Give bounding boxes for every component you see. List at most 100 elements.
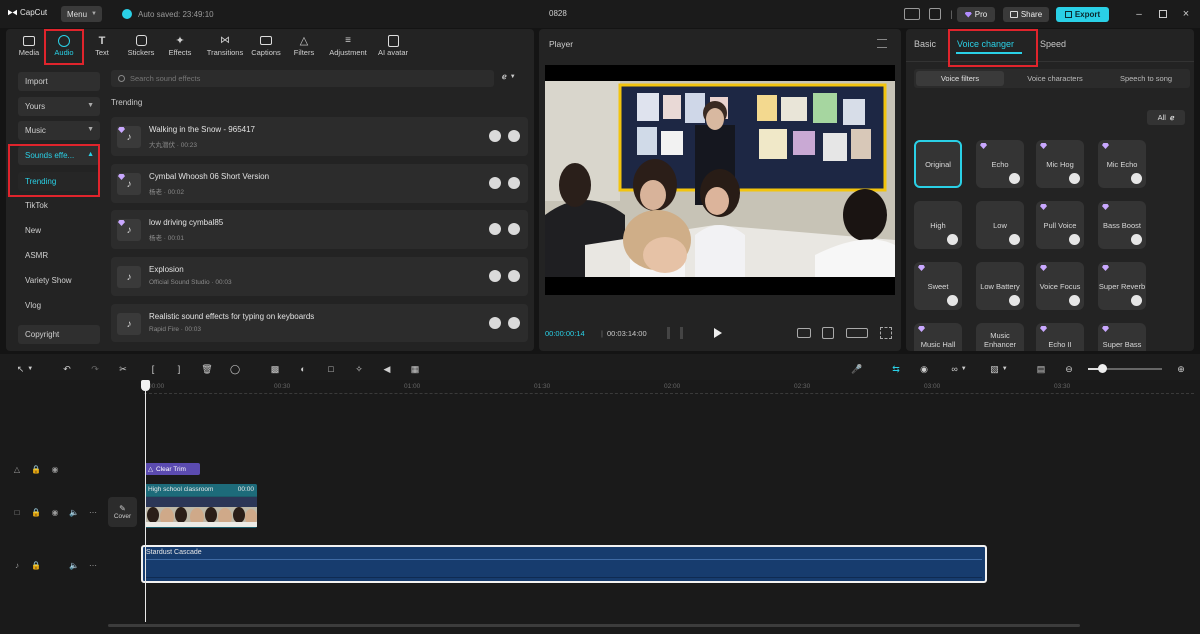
track-mode-icon[interactable]: ▧ ▼ [984,362,1014,376]
voice-music-enhancer[interactable]: Music Enhancer [976,323,1024,351]
delete-icon[interactable]: 🗑 [200,362,214,376]
layout-icon[interactable] [904,8,920,20]
voice-echo-ii[interactable]: Echo II [1036,323,1084,351]
subtab-voice-filters[interactable]: Voice filters [916,71,1004,86]
restore-icon[interactable] [1157,8,1169,20]
add-icon[interactable] [508,317,520,329]
play-button[interactable] [714,328,722,338]
voice-music-hall[interactable]: Music Hall [914,323,962,351]
microphone-icon[interactable]: 🎤 [850,362,864,376]
voice-super-bass[interactable]: Super Bass [1098,323,1146,351]
subtab-speech-to-song[interactable]: Speech to song [1102,71,1190,86]
export-button[interactable]: Export [1056,7,1109,22]
undo-icon[interactable]: ↶ [60,362,74,376]
download-icon[interactable] [508,130,520,142]
tab-adjustment[interactable]: ≡ Adjustment [325,31,371,61]
favorite-icon[interactable] [489,270,501,282]
tab-stickers[interactable]: Stickers [123,31,159,61]
sound-item[interactable]: ♪ Realistic sound effects for typing on … [111,304,528,342]
voice-bass-boost[interactable]: Bass Boost [1098,201,1146,249]
timeline-markers-icon[interactable] [667,327,683,339]
voice-high[interactable]: High [914,201,962,249]
lock-icon[interactable]: 🔒 [31,464,41,474]
freeze-frame-icon[interactable]: ▩ [268,362,282,376]
preview-axis-icon[interactable]: ◉ [916,362,932,376]
reverse-icon[interactable]: ◀ [380,362,394,376]
sound-item[interactable]: ♪ Explosion Official Sound Studio · 00:0… [111,257,528,296]
filter-dropdown[interactable]: ℯ ▼ [502,72,516,81]
subtab-voice-characters[interactable]: Voice characters [1010,71,1100,86]
eye-icon[interactable]: ◉ [50,464,60,474]
redo-icon[interactable]: ↷ [88,362,102,376]
settings-icon[interactable] [929,8,941,20]
sidebar-item-yours[interactable]: Yours ▼ [18,97,100,116]
zoom-fit-icon[interactable] [822,327,834,339]
player-menu-icon[interactable] [877,39,887,48]
mask-icon[interactable]: ◐ [296,362,310,376]
tab-filters[interactable]: △ Filters [286,31,322,61]
tab-effects[interactable]: ✦ Effects [162,31,198,61]
sound-item[interactable]: ♪ Walking in the Snow - 965417 大丸潜伏 · 00… [111,117,528,156]
tab-basic[interactable]: Basic [914,39,936,49]
resize-icon[interactable]: ▦ [408,362,422,376]
video-clip[interactable]: High school classroom 00:00 [145,484,257,528]
voice-voice-focus[interactable]: Voice Focus [1036,262,1084,310]
voice-filter-all-dropdown[interactable]: All ℯ [1147,110,1185,125]
minimize-icon[interactable]: – [1133,8,1145,20]
timeline-scrollbar[interactable] [108,624,1080,627]
trim-left-icon[interactable]: [ [146,362,160,376]
download-icon[interactable] [508,223,520,235]
voice-sweet[interactable]: Sweet [914,262,962,310]
link-clips-icon[interactable]: ⇆ [888,362,904,376]
zoom-slider-handle[interactable] [1098,364,1107,373]
sidebar-item-import[interactable]: Import [18,72,100,91]
tab-speed[interactable]: Speed [1040,39,1066,49]
sound-item[interactable]: ♪ Cymbal Whoosh 06 Short Version 杨老 · 00… [111,164,528,203]
more-icon[interactable]: ⋯ [88,507,98,517]
voice-super-reverb[interactable]: Super Reverb [1098,262,1146,310]
audio-mute-icon[interactable]: 🔈 [69,560,79,570]
favorite-icon[interactable] [489,317,501,329]
crop-icon[interactable]: □ [324,362,338,376]
quality-icon[interactable] [846,328,868,338]
voice-mic-echo[interactable]: Mic Echo [1098,140,1146,188]
favorite-icon[interactable] [489,223,501,235]
add-icon[interactable] [508,270,520,282]
close-icon[interactable]: × [1180,8,1192,20]
voice-mic-hog[interactable]: Mic Hog [1036,140,1084,188]
voice-low[interactable]: Low [976,201,1024,249]
lock-icon[interactable]: 🔒 [31,507,41,517]
audio-mute-icon[interactable]: 🔈 [69,507,79,517]
tab-captions[interactable]: Captions [247,31,285,61]
tab-ai-avatar[interactable]: AI avatar [373,31,413,61]
voice-original[interactable]: Original [914,140,962,188]
favorite-icon[interactable] [489,130,501,142]
effect-clip[interactable]: △ Clear Trim [145,463,200,475]
tab-text[interactable]: T Text [84,31,120,61]
download-icon[interactable] [508,177,520,189]
tab-transitions[interactable]: ⋈ Transitions [203,31,247,61]
voice-low-battery[interactable]: Low Battery [976,262,1024,310]
lock-icon[interactable]: 🔒 [31,560,41,570]
sound-item[interactable]: ♪ low driving cymbal85 杨老 · 00:01 [111,210,528,249]
trim-right-icon[interactable]: ] [172,362,186,376]
menu-button[interactable]: Menu ▼ [61,6,102,22]
caption-icon[interactable]: ▤ [1034,362,1048,376]
voice-pull-voice[interactable]: Pull Voice [1036,201,1084,249]
auto-snap-icon[interactable]: ∞ ▼ [944,362,974,376]
search-input[interactable] [130,74,470,83]
voice-echo[interactable]: Echo [976,140,1024,188]
share-button[interactable]: Share [1003,7,1049,22]
pro-button[interactable]: Pro [957,7,995,22]
favorite-icon[interactable] [489,177,501,189]
select-tool-icon[interactable]: ↖ ▼ [12,362,38,376]
sidebar-item-copyright[interactable]: Copyright [18,325,100,344]
fullscreen-icon[interactable] [880,327,892,339]
sidebar-item-music[interactable]: Music ▼ [18,121,100,140]
eye-icon[interactable]: ◉ [50,507,60,517]
zoom-out-icon[interactable]: ⊖ [1062,362,1076,376]
shield-icon[interactable]: ◯ [228,362,242,376]
magic-icon[interactable]: ✧ [352,362,366,376]
split-icon[interactable]: ✂ [116,362,130,376]
sidebar-item-vlog[interactable]: Vlog [18,296,100,315]
